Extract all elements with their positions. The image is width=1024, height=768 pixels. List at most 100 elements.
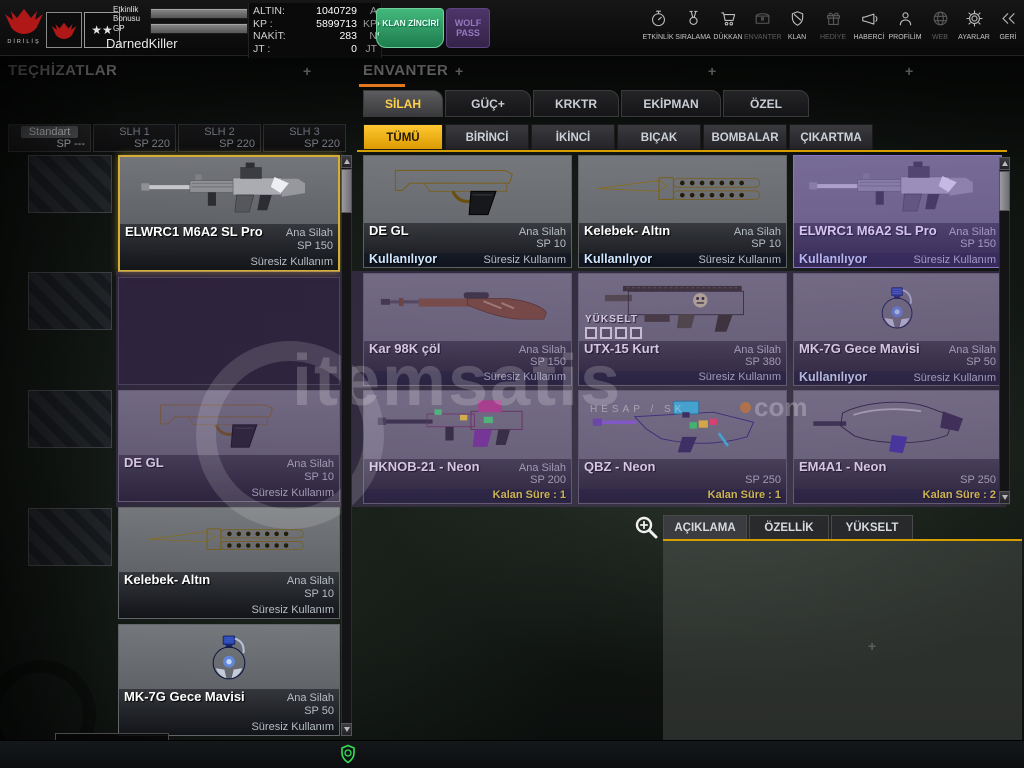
inventory-item-mk7g[interactable]: MK-7G Gece Mavisi Ana Silah SP 50 Kullanı…: [793, 273, 1002, 386]
currency-row: JT : 0 JT: [253, 42, 377, 55]
loadout-tab-slh2[interactable]: SLH 2 SP 220: [178, 124, 261, 152]
subtab-cikartma[interactable]: ÇIKARTMA: [789, 124, 873, 150]
scroll-up-button[interactable]: [999, 157, 1010, 170]
menu-item-etkinlik[interactable]: ETKİNLİK: [640, 9, 676, 41]
upgrade-slot: [600, 327, 612, 339]
globe-icon: [933, 11, 947, 26]
weapon-image-kelebek: [119, 508, 339, 572]
person-icon: [899, 12, 911, 26]
upgrade-slot: [615, 327, 627, 339]
menu-item-siralama[interactable]: SIRALAMA: [675, 9, 711, 41]
equipped-item-elwrc1[interactable]: ELWRC1 M6A2 SL Pro Ana Silah SP 150 Süres…: [118, 155, 340, 272]
menu-item-envanter[interactable]: ENVANTER: [744, 9, 782, 41]
equipped-slot-empty[interactable]: [118, 277, 340, 385]
equipped-item-kelebek[interactable]: Kelebek- Altın Ana Silah SP 10 Süresiz Ku…: [118, 507, 340, 619]
logo-subtitle: DİRİLİŞ: [7, 39, 41, 45]
menu-item-ayarlar[interactable]: AYARLAR: [956, 9, 992, 41]
detail-tab-aciklama[interactable]: AÇIKLAMA: [663, 515, 747, 539]
subtab-bicak[interactable]: BIÇAK: [617, 124, 701, 150]
weapon-image-degl: [364, 156, 571, 223]
tab-krktr[interactable]: KRKTR: [533, 90, 619, 117]
category-thumb[interactable]: [28, 508, 112, 566]
tab-guc[interactable]: GÜÇ+: [445, 90, 531, 117]
weapon-image-grenade: [794, 274, 1001, 341]
menu-item-hediye[interactable]: HEDİYE: [815, 9, 851, 41]
loadout-tab-slh1[interactable]: SLH 1 SP 220: [93, 124, 176, 152]
detail-tab-ozellik[interactable]: ÖZELLİK: [749, 515, 829, 539]
event-bonus-label: Etkinlik Bonusu: [113, 5, 141, 23]
weapon-image-grenade: [119, 625, 339, 689]
subtab-bombalar[interactable]: BOMBALAR: [703, 124, 787, 150]
tab-ekipman[interactable]: EKİPMAN: [621, 90, 721, 117]
weapon-image-elwrc1: [120, 157, 338, 224]
wolf-logo: DİRİLİŞ: [4, 8, 44, 48]
inventory-item-em4a1[interactable]: EM4A1 - Neon SP 250 Kalan Süre : 2: [793, 390, 1002, 504]
subtab-tumu[interactable]: TÜMÜ: [363, 124, 443, 150]
star-icon: ★★: [91, 23, 113, 37]
loadout-tab-standart[interactable]: Standart SP ---: [8, 124, 91, 152]
subtab-underline: [357, 150, 1007, 152]
tab-ozel[interactable]: ÖZEL: [723, 90, 809, 117]
inventory-item-qbz[interactable]: QBZ - Neon SP 250 Kalan Süre : 1: [578, 390, 787, 504]
equipped-item-degl[interactable]: DE GL Ana Silah SP 10 Süresiz Kullanım: [118, 390, 340, 502]
event-bonus-bar: [150, 8, 248, 19]
inventory-item-hknob21[interactable]: HKNOB-21 - Neon Ana Silah SP 200 Kalan Sü…: [363, 390, 572, 504]
medal-icon: [688, 10, 698, 25]
detail-content-panel: [663, 541, 1022, 740]
chest-icon: [755, 13, 769, 24]
detail-tab-yukselt[interactable]: YÜKSELT: [831, 515, 913, 539]
shield-icon: [791, 11, 803, 26]
category-thumb[interactable]: [28, 155, 112, 213]
category-thumb[interactable]: [28, 390, 112, 448]
tab-silah[interactable]: SİLAH: [363, 90, 443, 117]
currency-panel: ALTIN: 1040729 A KP : 5899713 KP NAKİT: …: [248, 3, 382, 58]
currency-row: KP : 5899713 KP: [253, 17, 377, 30]
menu-item-web[interactable]: WEB: [922, 9, 958, 41]
gp-bar: [150, 23, 248, 34]
subtab-birinci[interactable]: BİRİNCİ: [445, 124, 529, 150]
loadout-tab-slh3[interactable]: SLH 3 SP 220: [263, 124, 346, 152]
top-bar: DİRİLİŞ ★★ Etkinlik Bonusu GP DarnedKill…: [0, 0, 1024, 58]
stopwatch-icon: [651, 10, 665, 27]
menu-item-geri[interactable]: GERİ: [990, 9, 1024, 41]
weapon-image-elwrc1: [794, 156, 1001, 223]
wolf-pass-button[interactable]: WOLF PASS: [446, 8, 490, 48]
scrollbar-thumb[interactable]: [341, 169, 352, 213]
upgrade-indicator: YÜKSELT: [585, 314, 642, 339]
cart-icon: [720, 12, 735, 26]
scrollbar-thumb[interactable]: [999, 171, 1010, 211]
gear-icon: [965, 10, 983, 27]
scroll-down-button[interactable]: [341, 723, 352, 736]
currency-row: ALTIN: 1040729 A: [253, 5, 377, 17]
gp-label: GP: [113, 24, 125, 33]
scroll-down-button[interactable]: [999, 491, 1010, 504]
left-scrollbar[interactable]: [341, 155, 352, 736]
back-chevrons-icon: [1001, 13, 1015, 24]
menu-item-profilim[interactable]: PROFİLİM: [887, 9, 923, 41]
magnifier-icon[interactable]: [634, 515, 660, 541]
equipped-item-mk7g[interactable]: MK-7G Gece Mavisi Ana Silah SP 50 Süresiz…: [118, 624, 340, 736]
megaphone-icon: [861, 13, 877, 25]
category-thumb[interactable]: [28, 272, 112, 330]
weapon-image-em4a1: [794, 391, 1001, 459]
menu-item-klan[interactable]: KLAN: [779, 9, 815, 41]
clan-badge[interactable]: [46, 12, 82, 48]
menu-item-dukkan[interactable]: DÜKKAN: [710, 9, 746, 41]
plus-icon: +: [868, 638, 877, 654]
wolfteam-lobby: DİRİLİŞ ★★ Etkinlik Bonusu GP DarnedKill…: [0, 0, 1024, 768]
clan-chain-button[interactable]: › KLAN ZİNCİRİ ‹: [376, 8, 444, 48]
plus-icon: +: [303, 63, 312, 79]
gift-icon: [826, 12, 840, 25]
section-indicator: [359, 84, 405, 87]
subtab-ikinci[interactable]: İKİNCİ: [531, 124, 615, 150]
inventory-item-degl[interactable]: DE GL Ana Silah SP 10 Kullanılıyor Süresiz…: [363, 155, 572, 268]
inventory-item-kelebek[interactable]: Kelebek- Altın Ana Silah SP 10 Kullanılıy…: [578, 155, 787, 268]
upgrade-slot: [585, 327, 597, 339]
inventory-item-elwrc1[interactable]: ELWRC1 M6A2 SL Pro Ana Silah SP 150 Kulla…: [793, 155, 1002, 268]
inventory-item-kar98k[interactable]: Kar 98K çöl Ana Silah SP 150 Süresiz Kull…: [363, 273, 572, 386]
scroll-up-button[interactable]: [341, 155, 352, 168]
currency-row: NAKİT: 283 N: [253, 30, 377, 43]
inventory-item-utx15[interactable]: YÜKSELT UTX-15 Kurt Ana Silah SP 380 Süre…: [578, 273, 787, 386]
right-panel-title: ENVANTER: [363, 62, 449, 79]
menu-item-haberci[interactable]: HABERCİ: [851, 9, 887, 41]
